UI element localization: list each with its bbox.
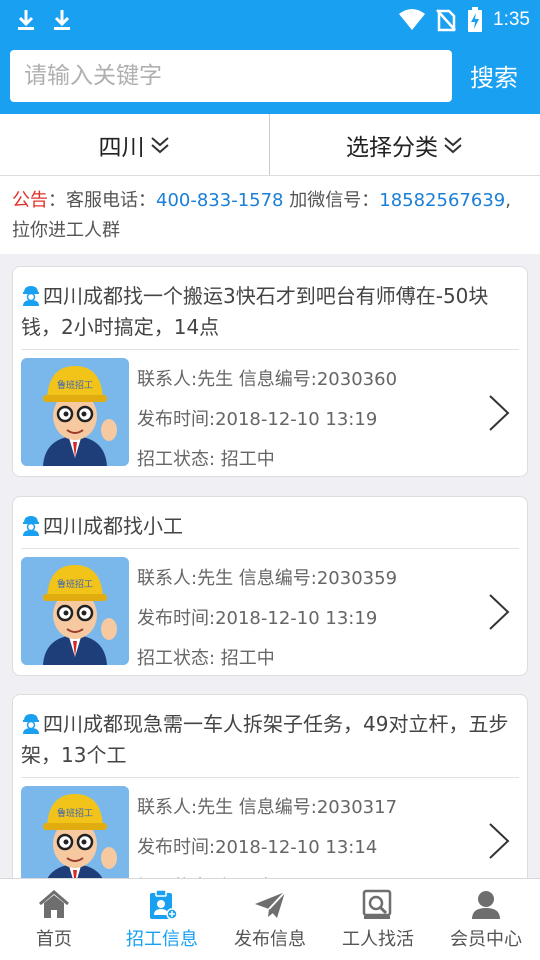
chevron-right-icon: [489, 594, 510, 630]
job-title: 四川成都找一个搬运3快石才到吧台有师傅在-50块钱，2小时搞定，14点: [21, 267, 519, 350]
job-title: 四川成都找小工: [21, 497, 519, 549]
region-filter[interactable]: 四川: [0, 114, 270, 175]
worker-icon: [23, 714, 39, 734]
hiring-status: 招工状态: 招工中: [137, 868, 397, 878]
job-card[interactable]: 四川成都现急需一车人拆架子任务，49对立杆，五步架，13个工 鲁班招工 联系人:…: [12, 694, 528, 878]
thumb-label: 鲁班招工: [57, 807, 93, 819]
user-icon: [472, 891, 500, 919]
notice-text: 加微信号：: [283, 190, 380, 211]
clock: 1:35: [493, 9, 530, 30]
category-filter-label: 选择分类: [346, 134, 438, 161]
publish-time: 发布时间:2018-12-10 13:14: [137, 837, 378, 858]
nav-label: 发布信息: [234, 929, 306, 950]
paper-plane-icon: [255, 891, 286, 918]
wechat-id-link[interactable]: 18582567639: [379, 190, 505, 211]
region-filter-label: 四川: [98, 134, 145, 161]
thumb-label: 鲁班招工: [57, 578, 93, 590]
home-icon: [39, 890, 69, 918]
nav-home[interactable]: 首页: [0, 879, 108, 960]
announcement: 公告：客服电话：400-833-1578 加微信号：18582567639,拉你…: [0, 176, 540, 254]
nav-label: 招工信息: [126, 929, 198, 950]
notice-text: 客服电话：: [66, 190, 156, 211]
recruit-info-icon: [150, 889, 178, 920]
job-card[interactable]: 四川成都找一个搬运3快石才到吧台有师傅在-50块钱，2小时搞定，14点 鲁班招工: [12, 266, 528, 477]
nav-member-center[interactable]: 会员中心: [432, 879, 540, 960]
worker-avatar: 鲁班招工: [21, 786, 129, 878]
publish-time: 发布时间:2018-12-10 13:19: [137, 608, 378, 629]
contact-and-id: 联系人:先生 信息编号:2030317: [137, 797, 398, 818]
nav-find-work[interactable]: 工人找活: [324, 879, 432, 960]
search-input[interactable]: [10, 50, 452, 102]
job-title: 四川成都现急需一车人拆架子任务，49对立杆，五步架，13个工: [21, 695, 519, 778]
filter-bar: 四川 选择分类: [0, 114, 540, 176]
nav-label: 工人找活: [342, 929, 414, 950]
job-details: 联系人:先生 信息编号:2030360 发布时间:2018-12-10 13:1…: [137, 360, 397, 480]
top-bar: 1:35 搜索: [0, 0, 540, 114]
announcement-label: 公告: [12, 190, 48, 211]
chevron-right-icon: [489, 823, 510, 859]
status-bar: 1:35: [0, 0, 540, 40]
chevron-right-icon: [489, 395, 510, 431]
worker-icon: [23, 286, 39, 306]
download-icon: [54, 10, 70, 30]
job-title-text: 四川成都找小工: [43, 514, 183, 538]
job-title-text: 四川成都找一个搬运3快石才到吧台有师傅在-50块钱，2小时搞定，14点: [21, 284, 489, 339]
search-button[interactable]: 搜索: [458, 54, 530, 96]
nav-recruit-info[interactable]: 招工信息: [108, 879, 216, 960]
hiring-status: 招工状态: 招工中: [137, 648, 275, 669]
contact-and-id: 联系人:先生 信息编号:2030360: [137, 369, 398, 390]
job-card[interactable]: 四川成都找小工 鲁班招工 联系人:先生 信息编号:2030359 发布时间:20…: [12, 496, 528, 676]
contact-and-id: 联系人:先生 信息编号:2030359: [137, 568, 398, 589]
no-sim-icon: [436, 9, 456, 32]
search-box: [10, 50, 452, 102]
thumb-label: 鲁班招工: [57, 379, 93, 391]
find-work-icon: [362, 889, 392, 919]
nav-label: 会员中心: [450, 929, 522, 950]
wifi-icon: [399, 9, 426, 30]
job-details: 联系人:先生 信息编号:2030359 发布时间:2018-12-10 13:1…: [137, 559, 397, 679]
download-icon: [18, 10, 34, 30]
notice-separator: ：: [48, 190, 66, 211]
hiring-status: 招工状态: 招工中: [137, 449, 275, 470]
nav-publish[interactable]: 发布信息: [216, 879, 324, 960]
battery-charging-icon: [468, 7, 483, 32]
nav-label: 首页: [36, 929, 72, 950]
double-chevron-down-icon: [444, 136, 462, 153]
worker-avatar: 鲁班招工: [21, 358, 129, 466]
publish-time: 发布时间:2018-12-10 13:19: [137, 409, 378, 430]
worker-avatar: 鲁班招工: [21, 557, 129, 665]
category-filter[interactable]: 选择分类: [270, 114, 540, 175]
service-phone-link[interactable]: 400-833-1578: [156, 190, 284, 211]
job-title-text: 四川成都现急需一车人拆架子任务，49对立杆，五步架，13个工: [21, 712, 509, 767]
bottom-nav: 首页 招工信息 发布信息 工人找活 会员中心: [0, 878, 540, 960]
worker-icon: [23, 516, 39, 536]
job-details: 联系人:先生 信息编号:2030317 发布时间:2018-12-10 13:1…: [137, 788, 397, 878]
job-list: 四川成都找一个搬运3快石才到吧台有师傅在-50块钱，2小时搞定，14点 鲁班招工: [0, 254, 540, 878]
double-chevron-down-icon: [150, 136, 169, 153]
